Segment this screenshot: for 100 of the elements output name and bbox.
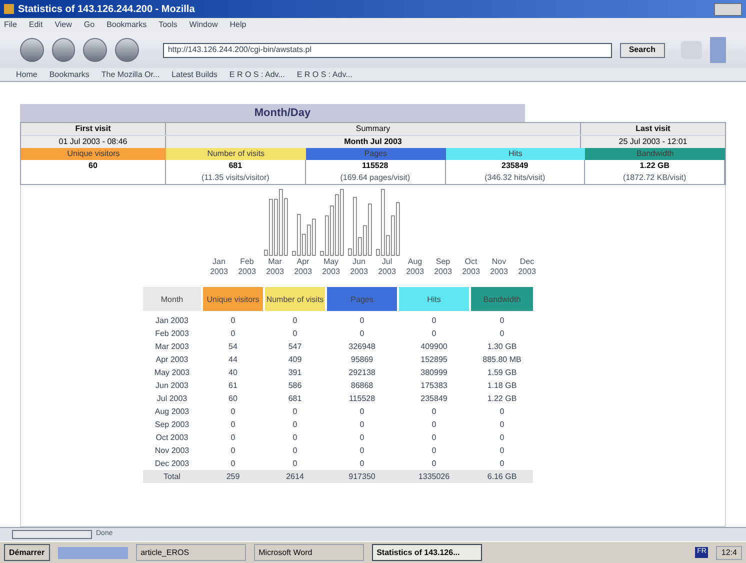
month-label: Jun [352, 257, 366, 267]
table-cell-text: 0 [358, 418, 366, 430]
window-app-icon [4, 4, 14, 14]
table-cell-text: 25 Jul 2003 - 12:01 [618, 136, 688, 148]
window-title: Statistics of 143.126.244.200 - Mozilla [18, 2, 195, 16]
table-cell-text: 0 [358, 314, 366, 326]
table-cell-text: 917350 [348, 470, 376, 482]
address-field[interactable]: http://143.126.244.200/cgi-bin/awstats.pl [162, 42, 612, 58]
table-cell-text: Oct 2003 [154, 432, 190, 444]
month-label: Nov [492, 257, 506, 267]
menu-item[interactable]: Help [230, 19, 246, 31]
table-cell-text: 0 [358, 328, 366, 340]
year-label: 2003 [266, 267, 284, 277]
bookmark-item[interactable]: Bookmarks [49, 68, 90, 80]
table-cell-text: 0 [358, 406, 366, 418]
menu-item[interactable]: Window [189, 19, 218, 31]
table-cell-text: 0 [498, 458, 506, 470]
table-cell-text: 380999 [420, 366, 448, 378]
bookmark-item[interactable]: The Mozilla Or... [101, 68, 160, 80]
table-cell-text: Jul 2003 [156, 392, 188, 404]
table-cell-text: 0 [230, 432, 236, 444]
table-cell-text: Total [162, 470, 182, 482]
table-cell-text: Mar 2003 [154, 340, 190, 352]
table-cell-text: 1335026 [417, 470, 451, 482]
table-cell-text: 391 [287, 366, 303, 378]
table-cell-text: 0 [230, 314, 236, 326]
bookmark-item[interactable]: Home [16, 68, 38, 80]
metric-value: 235849 [502, 160, 528, 172]
start-button[interactable]: Démarrer [4, 544, 50, 561]
table-cell-text: Sep 2003 [154, 418, 190, 430]
taskbar-button[interactable]: Microsoft Word [254, 544, 364, 561]
metric-value: 681 [228, 160, 242, 172]
month-label: Dec [520, 257, 534, 267]
bookmark-item[interactable]: E R O S : Adv... [296, 68, 352, 80]
month-label: Aug [408, 257, 422, 267]
month-label: Oct [464, 257, 478, 267]
year-label: 2003 [238, 267, 256, 277]
search-button[interactable]: Search [620, 42, 665, 58]
table-cell-text: 54 [228, 340, 238, 352]
year-label: 2003 [490, 267, 508, 277]
menu-item[interactable]: Tools [158, 19, 178, 31]
column-header: Month [143, 287, 201, 311]
bookmark-item[interactable]: E R O S : Adv... [229, 68, 285, 80]
table-cell-text: 0 [358, 458, 366, 470]
metric-detail: (169.64 pages/visit) [340, 172, 410, 184]
column-header: Last visit [634, 123, 672, 135]
table-cell-text: 6.16 GB [486, 470, 518, 482]
table-cell-text: 0 [498, 406, 506, 418]
taskbar-button[interactable]: article_EROS [136, 544, 246, 561]
column-header: Unique visitors [203, 287, 263, 311]
table-cell-text: 0 [230, 406, 236, 418]
year-label: 2003 [294, 267, 312, 277]
table-cell-text: 0 [230, 328, 236, 340]
year-label: 2003 [434, 267, 452, 277]
column-header: Hits [399, 287, 469, 311]
table-cell-text: 885.80 MB [482, 354, 522, 366]
menu-item[interactable]: Edit [28, 19, 43, 31]
metric-value: 115528 [362, 160, 388, 172]
table-cell-text: 259 [225, 470, 241, 482]
year-label: 2003 [518, 267, 536, 277]
table-cell-text: 0 [230, 444, 236, 456]
table-cell-text: 95869 [350, 354, 374, 366]
table-cell-text: May 2003 [153, 366, 191, 378]
month-label: Feb [240, 257, 254, 267]
menu-item[interactable]: Bookmarks [106, 19, 147, 31]
table-cell-text: 0 [358, 444, 366, 456]
table-cell-text: 1.18 GB [486, 380, 518, 392]
metric-detail: (1872.72 KB/visit) [623, 172, 686, 184]
year-label: 2003 [406, 267, 424, 277]
table-cell-text: 1.30 GB [486, 340, 518, 352]
table-cell-text: 0 [430, 458, 438, 470]
table-cell-text: 0 [430, 328, 438, 340]
table-cell-text: 681 [287, 392, 303, 404]
table-cell-text: 0 [430, 314, 438, 326]
metric-header: Unique visitors [21, 148, 166, 160]
menu-item[interactable]: Go [84, 19, 95, 31]
month-label: May [323, 257, 339, 267]
table-cell-text: Nov 2003 [154, 444, 190, 456]
table-cell-text: 235849 [420, 392, 448, 404]
table-cell-text: 0 [498, 418, 506, 430]
table-cell-text: 0 [292, 458, 298, 470]
taskbar-button[interactable]: Statistics of 143.126... [372, 544, 482, 561]
table-cell-text: 1.59 GB [486, 366, 518, 378]
table-cell-text: 0 [230, 418, 236, 430]
table-cell-text: 61 [228, 380, 238, 392]
table-cell-text: 0 [498, 432, 506, 444]
column-header: Bandwidth [471, 287, 533, 311]
table-cell-text: 0 [498, 328, 506, 340]
metric-detail: (11.35 visits/visitor) [201, 172, 270, 184]
table-cell-text: 0 [292, 432, 298, 444]
table-cell-text: 409 [287, 354, 303, 366]
menu-item[interactable]: View [54, 19, 72, 31]
table-cell-text: 326948 [348, 340, 376, 352]
table-cell-text: 115528 [348, 392, 376, 404]
table-cell-text: 0 [430, 432, 438, 444]
bookmark-item[interactable]: Latest Builds [172, 68, 218, 80]
table-cell-text: Apr 2003 [154, 354, 190, 366]
table-cell-text: 0 [292, 328, 298, 340]
menu-item[interactable]: File [4, 19, 17, 31]
month-label: Mar [268, 257, 282, 267]
